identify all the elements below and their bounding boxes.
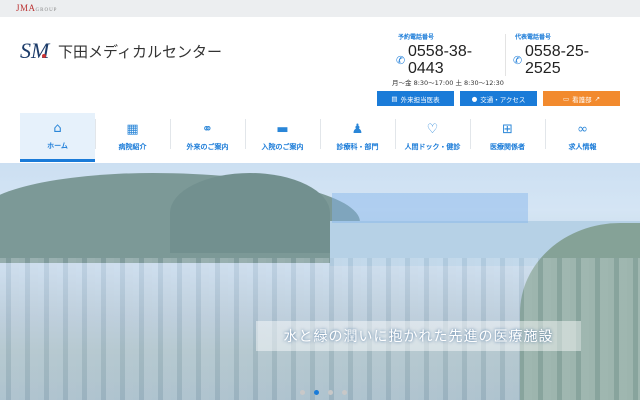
phone-icon: ✆ <box>513 54 523 67</box>
slide-dot-1[interactable] <box>300 390 305 395</box>
nursing-button[interactable]: ▭ 看護部 ↗ <box>543 91 620 106</box>
nav-outpatient[interactable]: ⚭ 外来のご案内 <box>170 113 245 162</box>
jma-group-logo[interactable]: JMAGROUP <box>16 3 57 13</box>
nav-health-check[interactable]: ♡ 人間ドック・健診 <box>395 113 470 162</box>
hero-highlight <box>332 193 528 223</box>
button-label: 交通・アクセス <box>480 95 526 104</box>
main-phone[interactable]: 代表電話番号 ✆ 0558-25-2525 <box>505 32 595 77</box>
phone-icon: ✆ <box>396 54 406 67</box>
nav-inpatient[interactable]: ▬ 入院のご案内 <box>245 113 320 162</box>
slider-dots <box>300 390 347 395</box>
nav-label: 医療関係者 <box>490 143 525 151</box>
nav-label: 人間ドック・健診 <box>404 143 461 151</box>
top-bar: JMAGROUP <box>0 0 640 17</box>
home-icon: ⌂ <box>53 120 62 136</box>
slide-dot-4[interactable] <box>342 390 347 395</box>
hospital-icon: ▦ <box>126 122 139 137</box>
reservation-phone[interactable]: 予約電話番号 ✆ 0558-38-0443 <box>388 32 478 77</box>
slide-dot-3[interactable] <box>328 390 333 395</box>
hero-caption: 水と緑の潤いに抱かれた先進の医療施設 <box>256 321 581 351</box>
heart-icon: ♡ <box>426 122 439 137</box>
main-phone-number[interactable]: 0558-25-2525 <box>525 43 595 77</box>
hero-overlay <box>0 163 640 400</box>
clipboard-icon: ▤ <box>391 94 398 103</box>
medical-kit-icon: ⊞ <box>502 122 513 137</box>
nav-home[interactable]: ⌂ ホーム <box>20 113 95 162</box>
stethoscope-icon: ⚭ <box>202 122 213 137</box>
main-nav: ⌂ ホーム ▦ 病院紹介 ⚭ 外来のご案内 ▬ 入院のご案内 ♟ 診療科・部門 ♡ 人間ドッ… <box>20 113 620 162</box>
slide-dot-2[interactable] <box>314 390 319 395</box>
doctor-icon: ♟ <box>351 122 364 137</box>
nav-label: 診療科・部門 <box>336 143 379 151</box>
nav-label: 外来のご案内 <box>186 143 229 151</box>
logo-mark-text: SM <box>20 38 50 63</box>
external-link-icon: ↗ <box>594 94 601 103</box>
site-name: 下田メディカルセンター <box>58 42 222 61</box>
site-logo[interactable]: SM 下田メディカルセンター <box>20 38 222 64</box>
main-phone-label: 代表電話番号 <box>515 34 552 41</box>
nav-departments[interactable]: ♟ 診療科・部門 <box>320 113 395 162</box>
reservation-phone-number[interactable]: 0558-38-0443 <box>408 43 478 77</box>
access-button[interactable]: ● 交通・アクセス <box>460 91 537 106</box>
group-logo-sub: GROUP <box>35 8 58 13</box>
reservation-phone-label: 予約電話番号 <box>398 34 435 41</box>
nav-label: 求人情報 <box>568 143 597 151</box>
button-label: 外来担当医表 <box>400 95 440 104</box>
bed-icon: ▬ <box>276 122 289 137</box>
nav-medical-professionals[interactable]: ⊞ 医療関係者 <box>470 113 545 162</box>
nav-label: ホーム <box>47 141 68 150</box>
nav-label: 病院紹介 <box>118 143 147 151</box>
people-icon: ∞ <box>577 122 588 137</box>
nav-hospital-info[interactable]: ▦ 病院紹介 <box>95 113 170 162</box>
nav-label: 入院のご案内 <box>261 143 304 151</box>
outpatient-schedule-button[interactable]: ▤ 外来担当医表 <box>377 91 454 106</box>
map-pin-icon: ● <box>471 94 478 103</box>
logo-mark-icon: SM <box>20 38 54 64</box>
nav-recruit[interactable]: ∞ 求人情報 <box>545 113 620 162</box>
button-label: 看護部 <box>572 95 592 104</box>
group-logo-main: JMA <box>16 3 36 13</box>
office-hours: 月〜金 8:30〜17:00 土 8:30〜12:30 <box>392 79 504 87</box>
hero-slider[interactable]: 水と緑の潤いに抱かれた先進の医療施設 <box>0 163 640 400</box>
nurse-icon: ▭ <box>562 94 570 103</box>
